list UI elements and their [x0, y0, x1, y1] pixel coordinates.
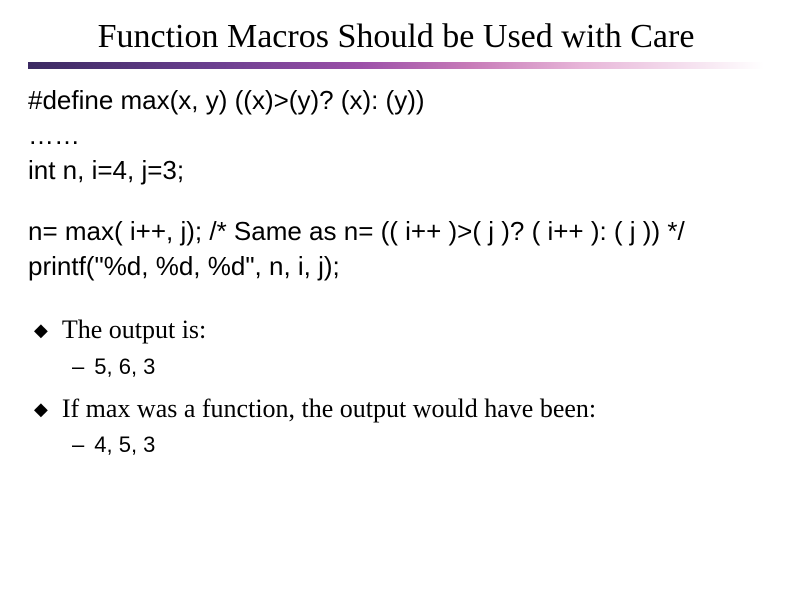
slide: Function Macros Should be Used with Care… — [0, 0, 792, 612]
bullet-list: ◆ The output is: – 5, 6, 3 ◆ If max was … — [28, 312, 764, 460]
diamond-icon: ◆ — [34, 397, 48, 421]
diamond-icon: ◆ — [34, 318, 48, 342]
bullet-level2: – 5, 6, 3 — [72, 352, 764, 382]
dash-icon: – — [72, 430, 84, 460]
code-line: …… — [28, 118, 764, 153]
bullet-text: 5, 6, 3 — [94, 352, 155, 382]
code-block: #define max(x, y) ((x)>(y)? (x): (y)) ……… — [28, 83, 764, 284]
code-line: int n, i=4, j=3; — [28, 153, 764, 188]
bullet-text: The output is: — [62, 312, 206, 347]
bullet-level1: ◆ The output is: — [28, 312, 764, 347]
bullet-level1: ◆ If max was a function, the output woul… — [28, 391, 764, 426]
code-line: n= max( i++, j); /* Same as n= (( i++ )>… — [28, 214, 764, 249]
slide-title: Function Macros Should be Used with Care — [28, 18, 764, 56]
bullet-text: If max was a function, the output would … — [62, 391, 596, 426]
code-line: printf("%d, %d, %d", n, i, j); — [28, 249, 764, 284]
dash-icon: – — [72, 352, 84, 382]
code-line: #define max(x, y) ((x)>(y)? (x): (y)) — [28, 83, 764, 118]
divider-gradient — [28, 62, 764, 69]
bullet-level2: – 4, 5, 3 — [72, 430, 764, 460]
bullet-text: 4, 5, 3 — [94, 430, 155, 460]
